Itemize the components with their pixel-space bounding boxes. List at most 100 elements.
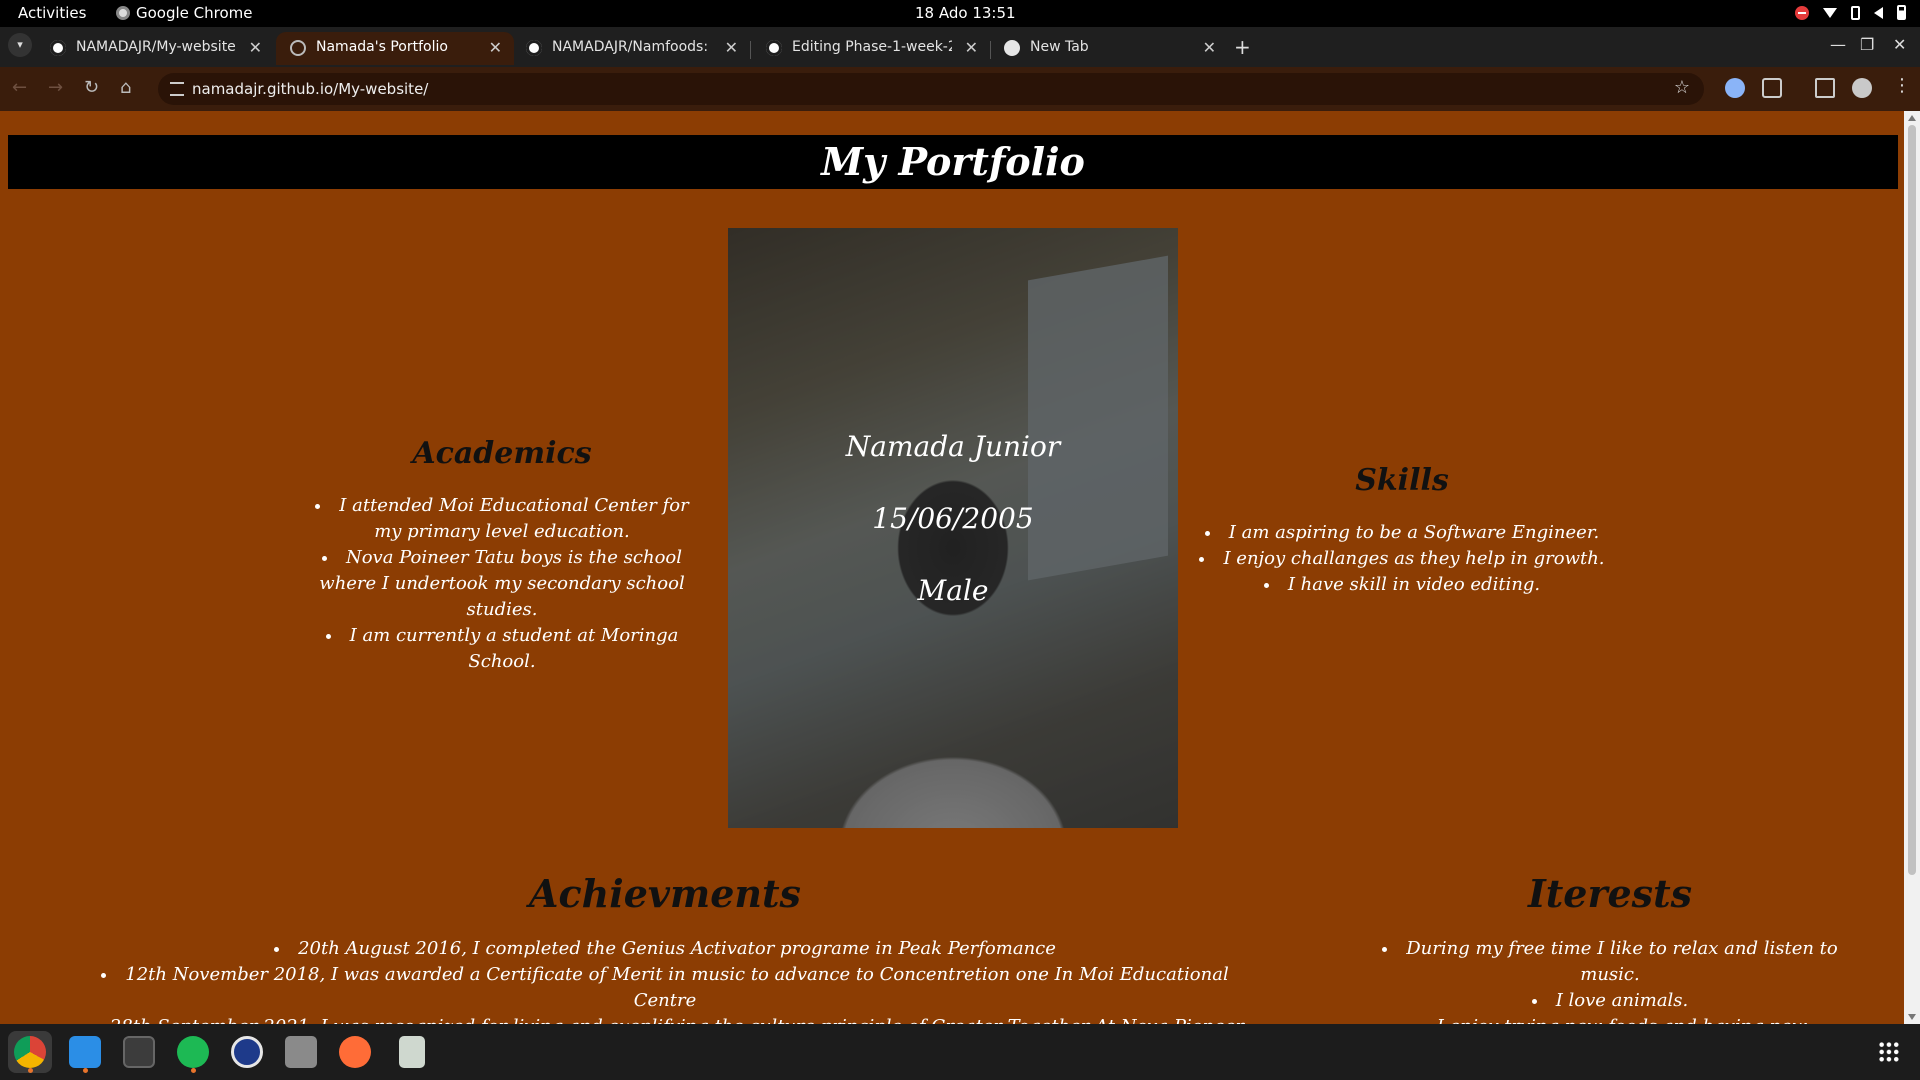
interests-section: Iterests During my free time I like to r… — [1360, 871, 1860, 1024]
address-bar[interactable]: namadajr.github.io/My-website/ ☆ — [158, 73, 1704, 105]
tab-title: Namada's Portfolio — [316, 39, 448, 55]
dock-terminal[interactable] — [117, 1031, 161, 1073]
tab-my-website-repo[interactable]: NAMADAJR/My-website ✕ — [36, 32, 274, 65]
scroll-down-icon[interactable] — [1908, 1014, 1916, 1020]
minimize-icon[interactable]: — — [1830, 35, 1846, 54]
google-lens-icon[interactable] — [1725, 78, 1745, 98]
academics-section: Academics I attended Moi Educational Cen… — [300, 436, 704, 675]
app-name: Google Chrome — [136, 4, 253, 22]
wifi-icon — [1823, 7, 1837, 18]
github-icon — [766, 40, 782, 56]
interests-heading: Iterests — [1527, 871, 1693, 916]
tab-new-tab[interactable]: New Tab ✕ — [990, 32, 1228, 65]
apps-grid-icon[interactable] — [1878, 1041, 1900, 1063]
list-item: I enjoy challanges as they help in growt… — [1190, 546, 1614, 572]
list-item: 20th August 2016, I completed the Genius… — [70, 936, 1260, 962]
site-info-icon[interactable] — [170, 82, 184, 96]
achievements-list: 20th August 2016, I completed the Genius… — [70, 936, 1260, 1024]
page-title: My Portfolio — [821, 139, 1085, 184]
scroll-up-icon[interactable] — [1908, 115, 1916, 121]
dock-clock-app[interactable] — [225, 1031, 269, 1073]
achievements-section: Achievments 20th August 2016, I complete… — [70, 871, 1260, 1024]
academics-heading: Academics — [412, 436, 592, 471]
terminal-icon — [123, 1036, 155, 1068]
list-item: I have skill in video editing. — [1190, 572, 1614, 598]
profile-name: Namada Junior — [845, 430, 1061, 463]
dock-postman[interactable] — [333, 1031, 377, 1073]
github-icon — [526, 40, 542, 56]
restore-icon[interactable]: ❐ — [1860, 35, 1874, 54]
close-window-icon[interactable]: ✕ — [1893, 35, 1906, 54]
dock-trash[interactable] — [390, 1031, 434, 1073]
back-icon[interactable]: ← — [12, 77, 27, 98]
bluetooth-icon — [1851, 5, 1860, 20]
tab-title: NAMADAJR/My-website — [76, 39, 236, 55]
tab-title: Editing Phase-1-week-2- — [792, 39, 952, 55]
list-item: I enjoy trying new foods and having new … — [1360, 1014, 1860, 1024]
system-tray[interactable] — [1795, 5, 1906, 20]
dock-vscode[interactable] — [63, 1031, 107, 1073]
dock-files[interactable] — [279, 1031, 323, 1073]
close-tab-icon[interactable]: ✕ — [725, 38, 738, 57]
reload-icon[interactable]: ↻ — [84, 77, 99, 98]
list-item: 12th November 2018, I was awarded a Cert… — [70, 962, 1260, 1014]
dock — [0, 1024, 1920, 1080]
profile-avatar[interactable] — [1852, 78, 1872, 98]
running-indicator — [191, 1068, 196, 1073]
chrome-icon — [1004, 40, 1020, 56]
url-text: namadajr.github.io/My-website/ — [192, 80, 429, 98]
do-not-disturb-icon — [1795, 5, 1809, 20]
achievements-heading: Achievments — [529, 871, 801, 916]
new-tab-button[interactable]: + — [1234, 35, 1251, 59]
spotify-icon — [177, 1036, 209, 1068]
browser-toolbar: ← → ↻ ⌂ namadajr.github.io/My-website/ ☆… — [0, 67, 1920, 111]
tab-namfoods-repo[interactable]: NAMADAJR/Namfoods: ✕ — [512, 32, 750, 65]
chrome-icon — [116, 6, 130, 20]
dock-chrome[interactable] — [8, 1031, 52, 1073]
interests-list: During my free time I like to relax and … — [1360, 936, 1860, 1024]
cast-icon[interactable] — [1815, 78, 1835, 98]
home-icon[interactable]: ⌂ — [120, 77, 131, 98]
list-item: I am currently a student at Moringa Scho… — [300, 623, 704, 675]
clock-app-icon — [231, 1036, 263, 1068]
list-item: Nova Poineer Tatu boys is the school whe… — [300, 545, 704, 623]
list-item: I attended Moi Educational Center for my… — [300, 493, 704, 545]
list-item: I am aspiring to be a Software Engineer. — [1190, 520, 1614, 546]
forward-icon[interactable]: → — [48, 77, 63, 98]
tab-title: NAMADAJR/Namfoods: — [552, 39, 709, 55]
list-item: During my free time I like to relax and … — [1360, 936, 1860, 988]
list-item: 28th September 2021, I was recognized fo… — [70, 1014, 1260, 1024]
github-icon — [50, 40, 66, 56]
close-tab-icon[interactable]: ✕ — [965, 38, 978, 57]
tab-title: New Tab — [1030, 39, 1089, 55]
academics-list: I attended Moi Educational Center for my… — [300, 493, 704, 675]
running-indicator — [83, 1068, 88, 1073]
scrollbar-thumb[interactable] — [1908, 125, 1916, 875]
bookmark-star-icon[interactable]: ☆ — [1674, 77, 1690, 98]
close-tab-icon[interactable]: ✕ — [489, 38, 502, 57]
tab-separator — [750, 41, 751, 59]
tab-portfolio[interactable]: Namada's Portfolio ✕ — [276, 32, 514, 65]
close-tab-icon[interactable]: ✕ — [249, 38, 262, 57]
page-scrollbar[interactable] — [1904, 111, 1920, 1024]
vscode-icon — [69, 1036, 101, 1068]
files-icon — [285, 1036, 317, 1068]
dock-spotify[interactable] — [171, 1031, 215, 1073]
running-indicator — [28, 1068, 33, 1073]
app-menu[interactable]: Google Chrome — [116, 4, 253, 22]
volume-icon — [1874, 6, 1883, 19]
profile-dob: 15/06/2005 — [872, 502, 1034, 535]
tab-strip: ▾ NAMADAJR/My-website ✕ Namada's Portfol… — [0, 27, 1920, 67]
activities-button[interactable]: Activities — [18, 4, 86, 22]
skills-heading: Skills — [1355, 463, 1449, 498]
extensions-icon[interactable] — [1762, 78, 1782, 98]
chrome-menu-icon[interactable]: ⋮ — [1893, 75, 1913, 96]
web-page: My Portfolio Academics I attended Moi Ed… — [0, 111, 1920, 1024]
tab-search-button[interactable]: ▾ — [8, 33, 32, 57]
clock[interactable]: 18 Ado 13:51 — [915, 4, 1016, 22]
chrome-icon — [14, 1036, 46, 1068]
trash-icon — [399, 1036, 425, 1068]
skills-section: Skills I am aspiring to be a Software En… — [1190, 463, 1614, 598]
close-tab-icon[interactable]: ✕ — [1203, 38, 1216, 57]
tab-editing-phase[interactable]: Editing Phase-1-week-2- ✕ — [752, 32, 990, 65]
